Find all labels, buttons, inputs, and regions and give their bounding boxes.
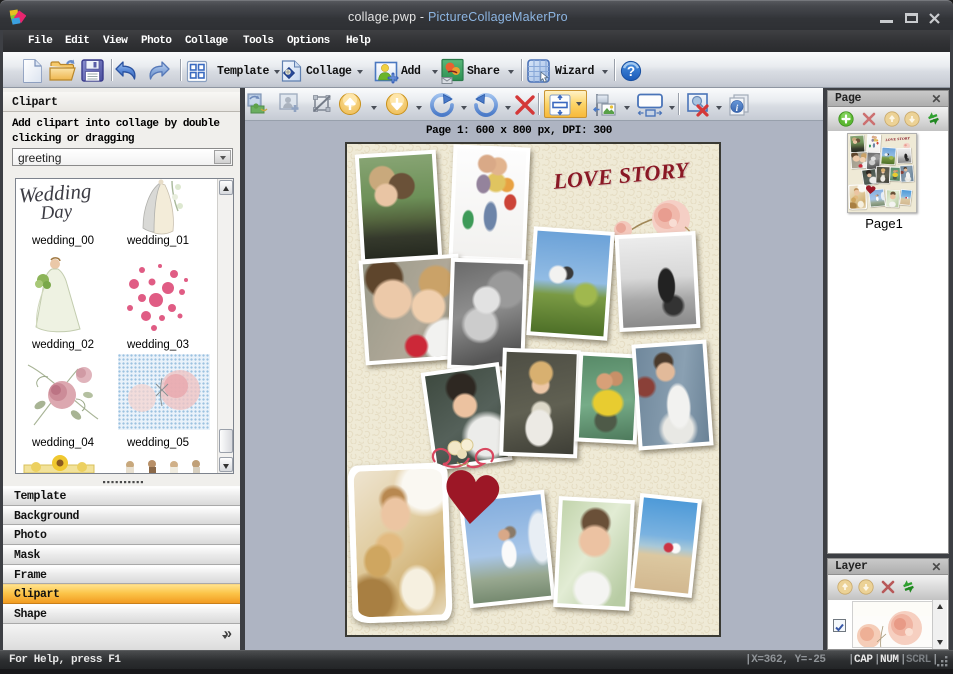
svg-text:?: ? <box>627 64 635 79</box>
svg-text:i: i <box>736 104 739 114</box>
